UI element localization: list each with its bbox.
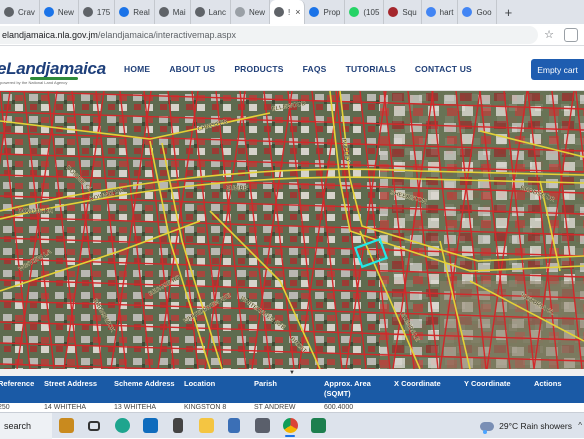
empty-cart-button[interactable]: Empty cart [531, 59, 584, 80]
col-reference[interactable]: Reference [0, 379, 34, 389]
cell-street-address: 14 WHITEHA [44, 404, 87, 411]
tab-label: New [57, 7, 74, 17]
tab-favicon-icon [158, 7, 169, 17]
store-icon[interactable] [248, 413, 276, 439]
interactive-map[interactable]: CHRISTER DOWNIE DR DOWNIE CL BULLEY ELLEWOOD… [0, 91, 584, 369]
cell-area: 600.4000 [324, 404, 354, 411]
col-location[interactable]: Location [184, 379, 215, 389]
tab-favicon-icon [388, 7, 399, 17]
tab-label: Lanc [208, 7, 226, 17]
tab-label: Goo [476, 7, 492, 17]
browser-tab[interactable]: Squ [384, 0, 422, 24]
tray-caret-icon[interactable]: ^ [578, 421, 582, 430]
col-x-coordinate[interactable]: X Coordinate [394, 379, 441, 389]
browser-tab[interactable]: Goo [458, 0, 497, 24]
cell-scheme-address: 13 WHITEHA [114, 404, 157, 411]
new-tab-button[interactable]: + [497, 5, 521, 20]
tab-label: Crav [18, 7, 35, 17]
col-scheme-address[interactable]: Scheme Address [114, 379, 175, 389]
tab-label: ! [287, 7, 291, 17]
site-header: eLandjamaica powered by the National Lan… [0, 47, 584, 91]
url-field[interactable]: elandjamaica.nla.gov.jm/elandjamaica/int… [0, 25, 538, 44]
browser-tab[interactable]: Prop [305, 0, 346, 24]
notes-icon[interactable] [164, 413, 192, 439]
street-label: EUMRE [226, 186, 248, 192]
chrome-icon[interactable] [276, 413, 304, 439]
weather-text: 29°C Rain showers [499, 421, 572, 431]
logo-tagline: powered by the National Land Agency [0, 79, 68, 85]
outlook-icon[interactable] [136, 413, 164, 439]
tab-favicon-icon [273, 7, 284, 17]
taskbar-search[interactable]: search [0, 412, 52, 439]
tab-favicon-icon [82, 7, 93, 17]
cell-reference: 250 [0, 404, 10, 411]
edge-icon[interactable] [108, 413, 136, 439]
nav-faqs[interactable]: FAQS [303, 64, 327, 74]
tab-favicon-icon [119, 7, 130, 17]
logo-brand: eLandjamaica [0, 58, 106, 78]
browser-tab[interactable]: (105 [345, 0, 385, 24]
explorer-icon[interactable] [192, 413, 220, 439]
tab-favicon-icon [43, 7, 54, 17]
nav-contact-us[interactable]: CONTACT US [415, 64, 472, 74]
browser-tab[interactable]: hart [422, 0, 459, 24]
tab-favicon-icon [194, 7, 205, 17]
browser-tab[interactable]: Lanc [191, 0, 231, 24]
col-parish[interactable]: Parish [254, 379, 277, 389]
tab-favicon-icon [309, 7, 320, 17]
tab-label: Prop [323, 7, 341, 17]
col-actions[interactable]: Actions [534, 379, 562, 389]
tab-favicon-icon [234, 7, 245, 17]
col-street-address[interactable]: Street Address [44, 379, 97, 389]
url-path: /elandjamaica/interactivemap.aspx [97, 29, 236, 40]
tab-label: hart [439, 7, 454, 17]
url-host: elandjamaica.nla.gov.jm [2, 29, 98, 40]
results-table-header: Reference Street Address Scheme Address … [0, 376, 584, 403]
browser-tab[interactable]: 175 [79, 0, 116, 24]
tab-favicon-icon [425, 7, 436, 17]
nav-home[interactable]: HOME [124, 64, 150, 74]
calculator-icon[interactable] [220, 413, 248, 439]
tab-label: Squ [402, 7, 417, 17]
nav-tutorials[interactable]: TUTORIALS [346, 64, 396, 74]
table-row[interactable]: 250 14 WHITEHA 13 WHITEHA KINGSTON 8 ST … [0, 403, 584, 412]
tab-favicon-icon [349, 7, 360, 17]
col-y-coordinate[interactable]: Y Coordinate [464, 379, 511, 389]
project-icon[interactable] [304, 413, 332, 439]
map-collapse-toggle[interactable]: ▼ [0, 369, 584, 376]
nav-products[interactable]: PRODUCTS [234, 64, 283, 74]
cell-location: KINGSTON 8 [184, 404, 227, 411]
cell-parish: ST ANDREW [254, 404, 296, 411]
col-approx-area[interactable]: Approx. Area (SQMT) [324, 379, 371, 399]
rain-cloud-icon [480, 421, 495, 434]
weather-widget[interactable]: 29°C Rain showers [480, 413, 572, 439]
tab-favicon-icon [462, 7, 473, 17]
task-view-icon[interactable] [80, 413, 108, 439]
map-canvas[interactable]: CHRISTERDOWNIE DRDOWNIE CLBULLEYELLEWOOD… [0, 91, 584, 369]
browser-tab-strip: Crav New 175 Real Mai Lanc New! × Prop (105 Squ har… [0, 0, 584, 24]
tab-label: Real [133, 7, 150, 17]
close-tab-icon[interactable]: × [295, 7, 300, 17]
tab-favicon-icon [4, 7, 14, 17]
browser-tab[interactable]: Mai [155, 0, 191, 24]
browser-tab[interactable]: ! × [269, 0, 306, 24]
browser-tab[interactable]: New [40, 0, 79, 24]
bookmark-star-icon[interactable]: ☆ [538, 28, 560, 41]
main-nav: HOME ABOUT US PRODUCTS FAQS TUTORIALS CO… [124, 64, 491, 74]
tab-label: New [248, 7, 265, 17]
tab-label: Mai [172, 7, 186, 17]
nav-about-us[interactable]: ABOUT US [169, 64, 215, 74]
browser-tab[interactable]: Real [115, 0, 155, 24]
address-bar: elandjamaica.nla.gov.jm/elandjamaica/int… [0, 24, 584, 46]
extension-icon[interactable] [564, 27, 578, 42]
tab-label: 175 [96, 7, 111, 17]
street-label: DOWNIE DR [18, 209, 54, 215]
tab-label: (105 [363, 7, 380, 17]
os-taskbar: search 29°C Rain showers ^ [0, 412, 584, 439]
site-logo[interactable]: eLandjamaica powered by the National Lan… [0, 47, 110, 91]
briefcase-icon[interactable] [52, 413, 80, 439]
browser-tab[interactable]: New [231, 0, 270, 24]
browser-tab[interactable]: Crav [0, 0, 40, 24]
